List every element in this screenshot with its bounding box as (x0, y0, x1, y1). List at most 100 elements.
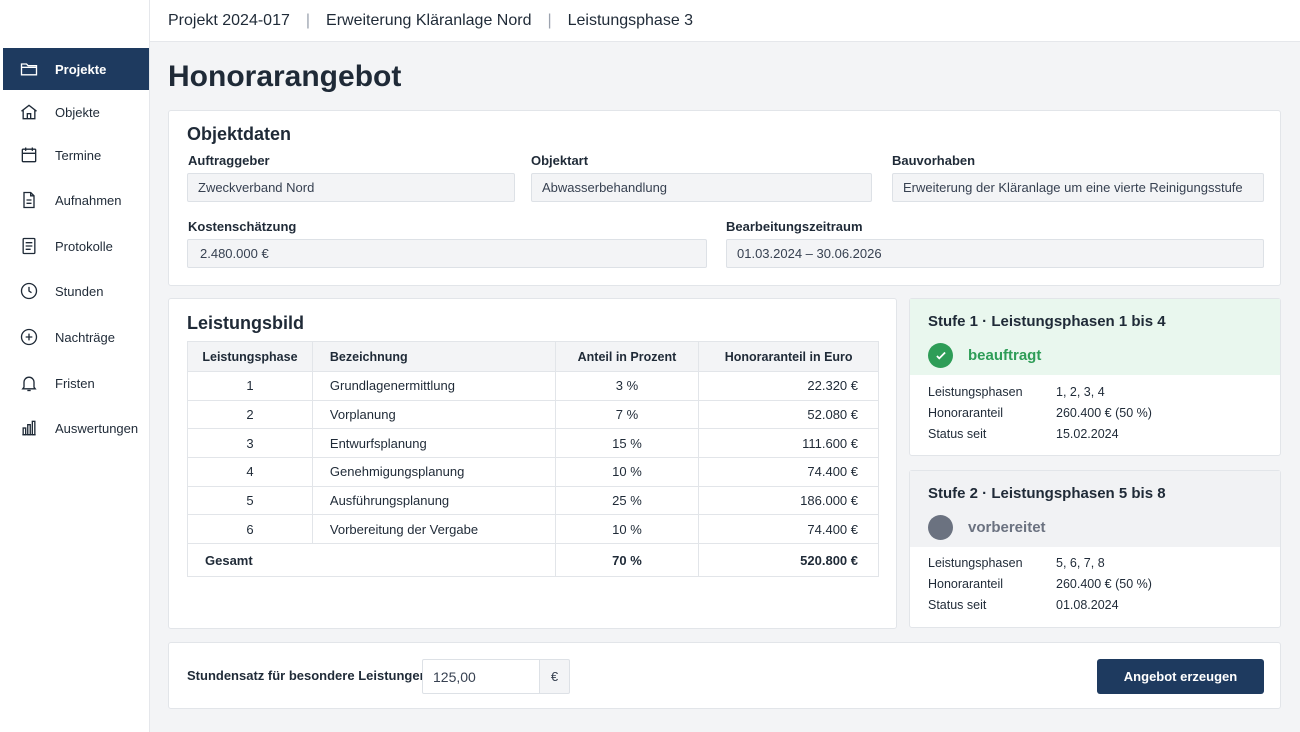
table-cell: 3 (187, 428, 313, 459)
home-icon (21, 104, 37, 120)
breadcrumb-project[interactable]: Projekt 2024-017 (168, 12, 290, 30)
stage-1-row-label: Status seit (928, 427, 987, 441)
folder-icon (20, 63, 38, 76)
table-cell: 111.600 € (698, 428, 879, 459)
stage-1-card: Stufe 1 · Leistungsphasen 1 bis 4 beauft… (909, 298, 1281, 456)
leistungsbild-table: Leistungsphase Bezeichnung Anteil in Pro… (187, 341, 879, 578)
sidebar-item-label: Aufnahmen (55, 192, 122, 208)
sidebar-item-protokolle[interactable]: Protokolle (3, 225, 149, 267)
bauvorhaben-field[interactable]: Erweiterung der Kläranlage um eine viert… (892, 173, 1264, 202)
stage-2-row-label: Leistungsphasen (928, 556, 1023, 570)
table-row: 3 Entwurfsplanung 15 % 111.600 € (187, 428, 879, 459)
stage-1-title: Stufe 1 · Leistungsphasen 1 bis 4 (928, 313, 1166, 330)
leistungsbild-title: Leistungsbild (187, 313, 304, 333)
calendar-icon (21, 147, 37, 163)
table-row: 4 Genehmigungsplanung 10 % 74.400 € (187, 457, 879, 487)
bauvorhaben-label: Bauvorhaben (892, 153, 976, 168)
auftraggeber-field[interactable]: Zweckverband Nord (187, 173, 515, 202)
stage-2-header: Stufe 2 · Leistungsphasen 5 bis 8 vorber… (910, 471, 1280, 547)
stage-2-title: Stufe 2 · Leistungsphasen 5 bis 8 (928, 485, 1166, 502)
column-header: Honoraranteil in Euro (698, 341, 879, 372)
table-cell: 186.000 € (698, 485, 879, 516)
stage-1-row-label: Honoraranteil (928, 406, 1004, 420)
zeitraum-field[interactable]: 01.03.2024 – 30.06.2026 (726, 239, 1264, 268)
objektdaten-title: Objektdaten (187, 124, 292, 144)
stage-2-row-label: Honoraranteil (928, 577, 1004, 591)
sidebar-item-termine[interactable]: Termine (3, 134, 149, 176)
leistungsbild-card: Leistungsbild Leistungsphase Bezeichnung… (168, 298, 897, 629)
stage-2-card: Stufe 2 · Leistungsphasen 5 bis 8 vorber… (909, 470, 1281, 628)
column-header: Anteil in Prozent (554, 341, 700, 372)
sidebar-item-label: Fristen (55, 375, 95, 391)
breadcrumb-separator: | (547, 11, 552, 29)
table-cell: 15 % (554, 428, 700, 459)
stage-1-header: Stufe 1 · Leistungsphasen 1 bis 4 beauft… (910, 299, 1280, 375)
stage-1-status: beauftragt (928, 343, 1041, 368)
breadcrumb: Projekt 2024-017 | Erweiterung Kläranlag… (150, 0, 1300, 42)
stage-2-status-label: vorbereitet (968, 519, 1046, 536)
sidebar: Projekte Objekte Termine Aufnahmen Proto… (0, 0, 150, 732)
table-row: 1 Grundlagenermittlung 3 % 22.320 € (187, 371, 879, 401)
sidebar-item-projekte[interactable]: Projekte (3, 48, 149, 90)
stage-2-row-value: 01.08.2024 (1056, 598, 1119, 612)
sidebar-item-objekte[interactable]: Objekte (3, 91, 149, 133)
kosten-label: Kostenschätzung (188, 219, 297, 234)
table-cell: Entwurfsplanung (311, 428, 556, 459)
total-label: Gesamt (187, 543, 556, 578)
sidebar-item-stunden[interactable]: Stunden (3, 270, 149, 312)
stage-2-row-value: 260.400 € (50 %) (1056, 577, 1152, 591)
hourly-rate-input[interactable]: 125,00 (422, 659, 540, 694)
page-title: Honorarangebot (168, 60, 402, 93)
stage-2-row-value: 5, 6, 7, 8 (1056, 556, 1105, 570)
kosten-field[interactable]: 2.480.000 € (187, 239, 707, 268)
sidebar-item-label: Projekte (55, 61, 107, 77)
breadcrumb-object[interactable]: Erweiterung Kläranlage Nord (326, 12, 531, 30)
auftraggeber-label: Auftraggeber (188, 153, 270, 168)
column-header: Bezeichnung (311, 341, 556, 372)
sidebar-item-aufnahmen[interactable]: Aufnahmen (3, 179, 149, 221)
objektart-label: Objektart (531, 153, 589, 168)
table-cell: 22.320 € (698, 371, 879, 401)
bell-icon (21, 376, 37, 392)
list-document-icon (22, 237, 36, 255)
stage-1-row-value: 1, 2, 3, 4 (1056, 385, 1105, 399)
document-icon (23, 191, 35, 209)
table-cell: 5 (187, 485, 313, 516)
pending-circle-icon (928, 515, 953, 540)
sidebar-item-auswertungen[interactable]: Auswertungen (3, 407, 149, 449)
stage-1-row-label: Leistungsphasen (928, 385, 1023, 399)
column-header: Leistungsphase (187, 341, 313, 372)
sidebar-item-fristen[interactable]: Fristen (3, 362, 149, 404)
objektart-field[interactable]: Abwasserbehandlung (531, 173, 872, 202)
table-cell: Ausführungsplanung (311, 485, 556, 516)
stage-1-row-value: 15.02.2024 (1056, 427, 1119, 441)
table-cell: 52.080 € (698, 399, 879, 430)
footer-bar: Stundensatz für besondere Leistungen 125… (168, 642, 1281, 709)
sidebar-item-label: Termine (55, 147, 102, 163)
stage-1-row-value: 260.400 € (50 %) (1056, 406, 1152, 420)
total-amount: 520.800 € (698, 543, 879, 578)
objektdaten-card: Objektdaten Auftraggeber Zweckverband No… (168, 110, 1281, 286)
zeitraum-label: Bearbeitungszeitraum (726, 219, 863, 234)
stage-2-status: vorbereitet (928, 515, 1046, 540)
table-cell: 74.400 € (698, 514, 879, 545)
table-row: 2 Vorplanung 7 % 52.080 € (187, 399, 879, 430)
total-percent: 70 % (554, 543, 700, 578)
table-total-row: Gesamt 70 % 520.800 € (187, 543, 879, 578)
bar-chart-icon (22, 420, 36, 436)
generate-offer-button[interactable]: Angebot erzeugen (1097, 659, 1264, 694)
table-cell: 3 % (554, 371, 700, 401)
check-circle-icon (928, 343, 953, 368)
sidebar-item-nachtraege[interactable]: Nachträge (3, 316, 149, 358)
breadcrumb-phase[interactable]: Leistungsphase 3 (568, 12, 693, 30)
currency-addon: € (539, 659, 570, 694)
plus-circle-icon (20, 328, 38, 346)
table-row: 5 Ausführungsplanung 25 % 186.000 € (187, 485, 879, 516)
table-cell: Vorbereitung der Vergabe (311, 514, 556, 545)
table-cell: Grundlagenermittlung (311, 371, 556, 401)
table-cell: 10 % (554, 514, 700, 545)
table-cell: 7 % (554, 399, 700, 430)
table-cell: 2 (187, 399, 313, 430)
table-header-row: Leistungsphase Bezeichnung Anteil in Pro… (187, 341, 879, 372)
table-cell: 4 (187, 457, 313, 487)
